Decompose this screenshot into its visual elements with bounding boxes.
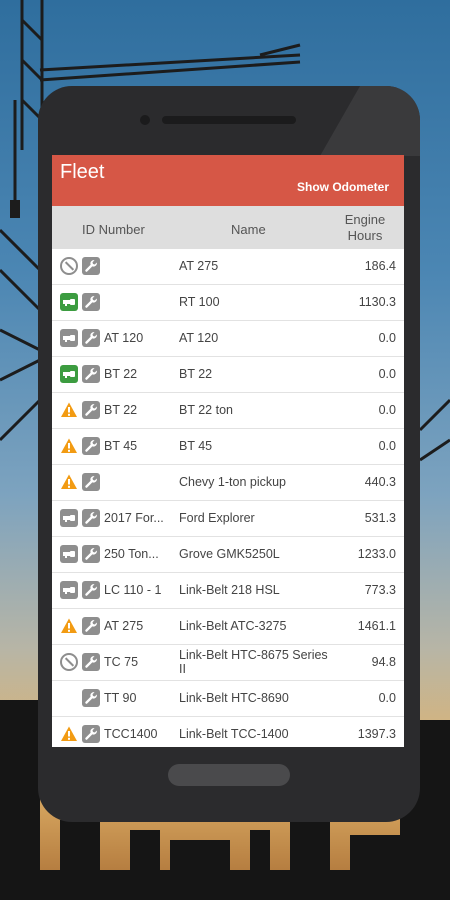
list-item[interactable]: TT 90 Link-Belt HTC-8690 0.0: [52, 681, 404, 717]
wrench-icon[interactable]: [82, 509, 100, 527]
list-item[interactable]: Chevy 1-ton pickup 440.3: [52, 465, 404, 501]
row-id-number: AT 120: [104, 331, 144, 345]
list-item[interactable]: RT 100 1130.3: [52, 285, 404, 321]
column-header-engine-hours[interactable]: Engine Hours: [339, 212, 391, 244]
row-engine-hours: 186.4: [364, 259, 396, 273]
list-item[interactable]: 2017 For... Ford Explorer 531.3: [52, 501, 404, 537]
key-grey-icon: [60, 509, 78, 527]
row-name: Grove GMK5250L: [179, 547, 280, 561]
wrench-icon[interactable]: [82, 365, 100, 383]
row-engine-hours: 531.3: [364, 511, 396, 525]
list-item[interactable]: BT 45 BT 45 0.0: [52, 429, 404, 465]
show-odometer-button[interactable]: Show Odometer: [297, 180, 389, 194]
row-name: BT 22: [179, 367, 213, 381]
key-grey-icon: [60, 545, 78, 563]
wrench-icon[interactable]: [82, 293, 100, 311]
fleet-list: AT 275 186.4 RT 100 1130.3 AT 120 AT 120 0.0 BT…: [52, 249, 404, 747]
row-name: Chevy 1-ton pickup: [179, 475, 287, 489]
wrench-icon[interactable]: [82, 329, 100, 347]
list-item[interactable]: AT 275 186.4: [52, 249, 404, 285]
row-engine-hours: 1130.3: [358, 295, 396, 309]
row-engine-hours: 0.0: [378, 331, 396, 345]
list-item[interactable]: AT 120 AT 120 0.0: [52, 321, 404, 357]
row-name: Ford Explorer: [179, 511, 255, 525]
row-name: Link-Belt HTC-8675 Series II: [179, 648, 328, 676]
row-id-number: BT 45: [104, 439, 138, 453]
app-bar: Fleet Show Odometer: [52, 155, 404, 206]
row-id-number: TC 75: [104, 655, 139, 669]
column-header-id[interactable]: ID Number: [82, 222, 145, 237]
blocked-icon: [60, 653, 78, 671]
warning-icon: [60, 437, 78, 455]
key-green-icon: [60, 293, 78, 311]
list-item[interactable]: AT 275 Link-Belt ATC-3275 1461.1: [52, 609, 404, 645]
row-engine-hours: 0.0: [378, 691, 396, 705]
warning-icon: [60, 617, 78, 635]
row-engine-hours: 1461.1: [357, 619, 396, 633]
list-item[interactable]: TCC1400 Link-Belt TCC-1400 1397.3: [52, 717, 404, 747]
table-header: ID Number Name Engine Hours: [52, 206, 404, 249]
row-id-number: 250 Ton...: [104, 547, 159, 561]
wrench-icon[interactable]: [82, 581, 100, 599]
page-title: Fleet: [60, 161, 105, 183]
row-name: AT 120: [179, 331, 219, 345]
wrench-icon[interactable]: [82, 257, 100, 275]
row-name: BT 45: [179, 439, 213, 453]
warning-icon: [60, 401, 78, 419]
row-name: Link-Belt TCC-1400: [179, 727, 289, 741]
wrench-icon[interactable]: [82, 653, 100, 671]
row-engine-hours: 440.3: [364, 475, 396, 489]
row-name: Link-Belt ATC-3275: [179, 619, 287, 633]
list-item[interactable]: 250 Ton... Grove GMK5250L 1233.0: [52, 537, 404, 573]
key-grey-icon: [60, 329, 78, 347]
key-green-icon: [60, 365, 78, 383]
column-header-name[interactable]: Name: [231, 222, 266, 237]
wrench-icon[interactable]: [82, 725, 100, 743]
row-id-number: BT 22: [104, 367, 138, 381]
list-item[interactable]: BT 22 BT 22 0.0: [52, 357, 404, 393]
wrench-icon[interactable]: [82, 689, 100, 707]
row-id-number: TCC1400: [104, 727, 158, 741]
app-screen: Fleet Show Odometer ID Number Name Engin…: [52, 155, 404, 747]
row-engine-hours: 773.3: [364, 583, 396, 597]
row-engine-hours: 0.0: [378, 403, 396, 417]
row-engine-hours: 0.0: [378, 367, 396, 381]
key-grey-icon: [60, 581, 78, 599]
row-name: Link-Belt 218 HSL: [179, 583, 280, 597]
row-id-number: TT 90: [104, 691, 137, 705]
row-id-number: AT 275: [104, 619, 144, 633]
row-name: AT 275: [179, 259, 219, 273]
wrench-icon[interactable]: [82, 473, 100, 491]
list-item[interactable]: TC 75 Link-Belt HTC-8675 Series II 94.8: [52, 645, 404, 681]
home-button[interactable]: [168, 764, 290, 786]
blocked-icon: [60, 257, 78, 275]
row-name: Link-Belt HTC-8690: [179, 691, 289, 705]
row-id-number: 2017 For...: [104, 511, 164, 525]
wrench-icon[interactable]: [82, 437, 100, 455]
warning-icon: [60, 473, 78, 491]
wrench-icon[interactable]: [82, 545, 100, 563]
wrench-icon[interactable]: [82, 617, 100, 635]
row-engine-hours: 0.0: [378, 439, 396, 453]
wrench-icon[interactable]: [82, 401, 100, 419]
row-id-number: LC 110 - 1: [104, 583, 162, 597]
row-engine-hours: 1233.0: [357, 547, 396, 561]
row-name: BT 22 ton: [179, 403, 233, 417]
list-item[interactable]: BT 22 BT 22 ton 0.0: [52, 393, 404, 429]
row-engine-hours: 94.8: [371, 655, 396, 669]
camera-icon: [140, 115, 150, 125]
phone-highlight: [320, 86, 420, 156]
row-name: RT 100: [179, 295, 220, 309]
row-engine-hours: 1397.3: [357, 727, 396, 741]
speaker-grille: [162, 116, 296, 124]
row-id-number: BT 22: [104, 403, 138, 417]
warning-icon: [60, 725, 78, 743]
list-item[interactable]: LC 110 - 1 Link-Belt 218 HSL 773.3: [52, 573, 404, 609]
